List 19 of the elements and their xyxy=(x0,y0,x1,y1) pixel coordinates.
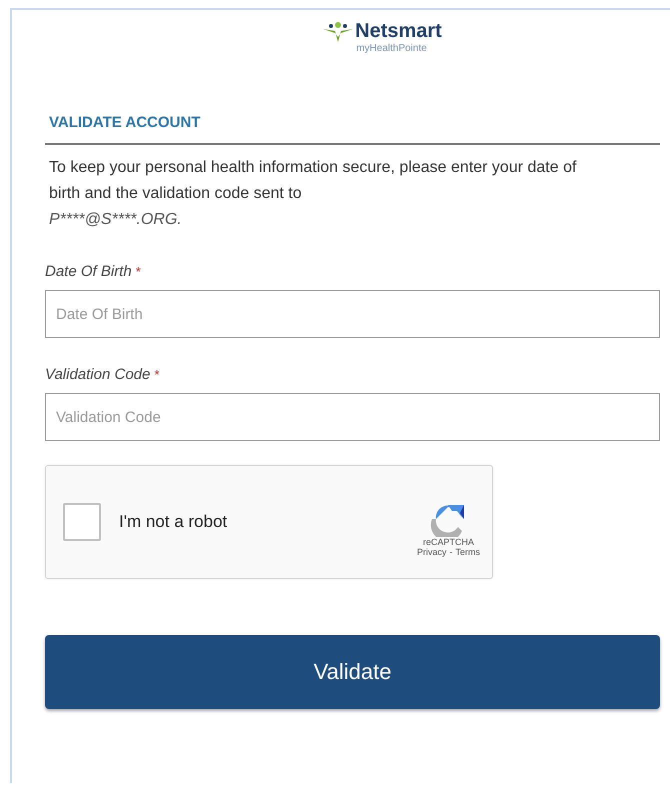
required-mark: * xyxy=(154,367,160,382)
recaptcha-brand: reCAPTCHA xyxy=(422,537,474,547)
validate-button[interactable]: Validate xyxy=(45,635,660,709)
captcha-label: I'm not a robot xyxy=(119,512,228,532)
logo-icon xyxy=(323,20,354,42)
input-field[interactable]: Date Of Birth xyxy=(45,290,660,338)
privacy-link[interactable]: Privacy xyxy=(416,547,446,557)
brand-name: Netsmart xyxy=(355,20,442,43)
required-mark: * xyxy=(136,264,141,279)
section-heading: VALIDATE ACCOUNT xyxy=(49,114,202,131)
masked-email: P****@S****.ORG. xyxy=(49,210,183,230)
intro-text: To keep your personal health information secure, please enter your date of birth and the validation code sent to xyxy=(49,159,576,202)
input-field[interactable]: Validation Code xyxy=(45,393,660,441)
link-separator: - xyxy=(450,547,452,557)
field-label: Date Of Birth xyxy=(45,263,132,280)
product-name: myHealthPointe xyxy=(356,43,427,54)
checkbox[interactable] xyxy=(63,503,101,541)
field-label: Validation Code xyxy=(45,366,150,383)
terms-link[interactable]: Terms xyxy=(456,547,480,557)
